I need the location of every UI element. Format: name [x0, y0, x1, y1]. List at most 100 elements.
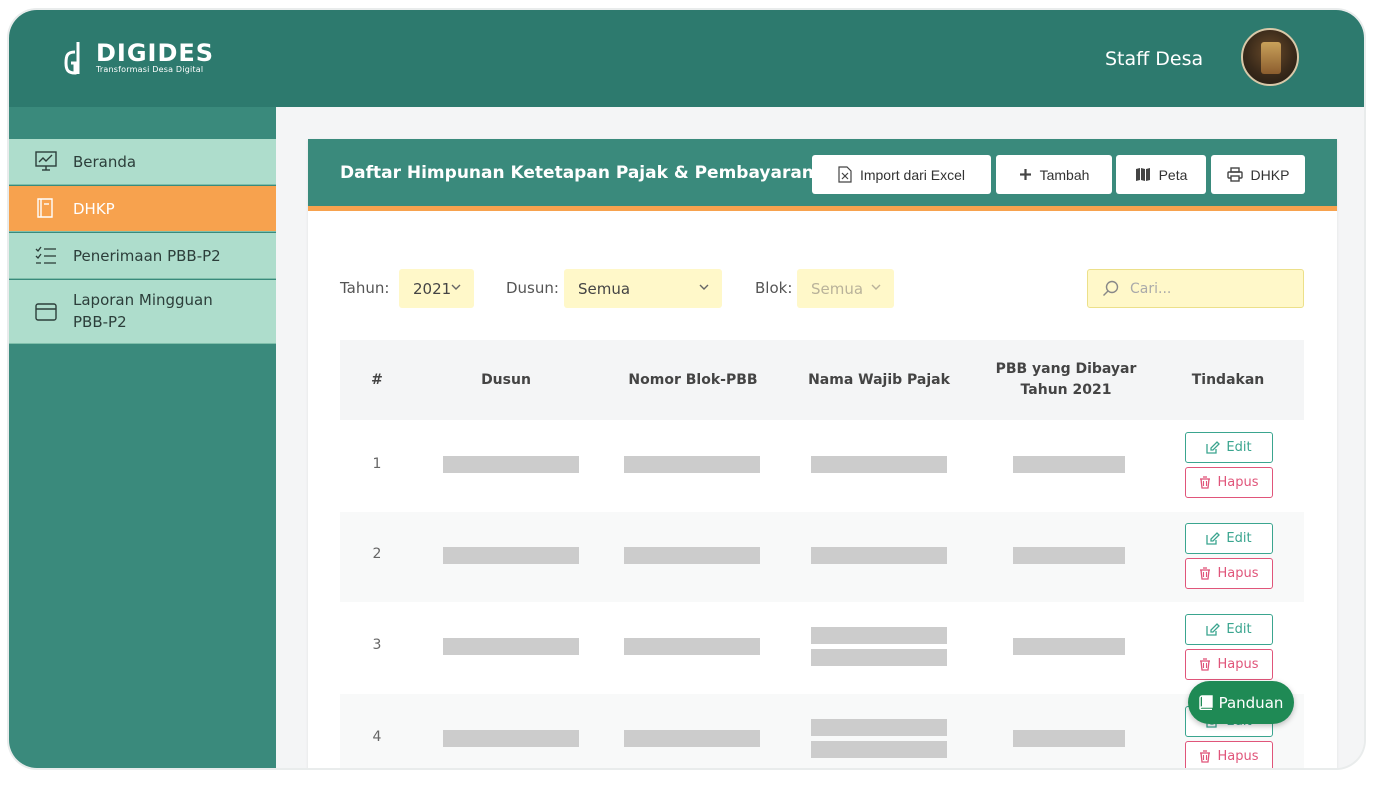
- sidebar-item-beranda[interactable]: Beranda: [9, 139, 276, 185]
- table-row: 4 Edit: [340, 694, 1304, 768]
- import-excel-button[interactable]: Import dari Excel: [812, 155, 991, 194]
- add-button[interactable]: Tambah: [996, 155, 1112, 194]
- search-placeholder: Cari...: [1130, 280, 1172, 297]
- blok-select[interactable]: Semua: [797, 269, 894, 308]
- sidebar-item-penerimaan[interactable]: Penerimaan PBB-P2: [9, 233, 276, 279]
- redacted-pbb: [1013, 638, 1125, 655]
- search-icon: [1103, 280, 1119, 296]
- inbox-icon: [35, 303, 57, 321]
- user-avatar[interactable]: [1241, 28, 1299, 86]
- card-header: Daftar Himpunan Ketetapan Pajak & Pembay…: [308, 139, 1337, 211]
- delete-label: Hapus: [1217, 475, 1259, 490]
- edit-icon: [1206, 441, 1221, 454]
- map-label: Peta: [1158, 166, 1188, 183]
- digides-logo-icon: [64, 40, 88, 76]
- main-content: Daftar Himpunan Ketetapan Pajak & Pembay…: [276, 107, 1364, 768]
- redacted-dusun: [443, 547, 579, 564]
- redacted-pbb: [1013, 730, 1125, 747]
- delete-label: Hapus: [1217, 566, 1259, 581]
- edit-icon: [1206, 623, 1221, 636]
- col-pbb-dibayar-line1: PBB yang Dibayar: [995, 361, 1137, 377]
- blok-label: Blok:: [755, 279, 793, 297]
- panduan-help-button[interactable]: Panduan: [1188, 681, 1294, 724]
- redacted-nomor-blok: [624, 730, 760, 747]
- dusun-label: Dusun:: [506, 279, 559, 297]
- delete-button[interactable]: Hapus: [1185, 741, 1273, 768]
- redacted-nama-line2: [811, 649, 947, 666]
- col-tindakan: Tindakan: [1191, 371, 1265, 388]
- chart-icon: [35, 151, 57, 171]
- row-number: 2: [372, 546, 382, 562]
- printer-icon: [1226, 167, 1243, 182]
- trash-icon: [1200, 750, 1211, 763]
- edit-label: Edit: [1226, 440, 1252, 455]
- redacted-dusun: [443, 456, 579, 473]
- edit-button[interactable]: Edit: [1185, 432, 1273, 463]
- table-row: 1 Edit Hapus: [340, 420, 1304, 510]
- logo[interactable]: DIGIDES Transformasi Desa Digital: [64, 40, 214, 76]
- year-select[interactable]: 2021: [399, 269, 474, 308]
- col-number: #: [371, 371, 383, 388]
- sidebar-item-label: Laporan Mingguan: [73, 291, 213, 309]
- page-title: Daftar Himpunan Ketetapan Pajak & Pembay…: [340, 163, 814, 183]
- dhkp-card: Daftar Himpunan Ketetapan Pajak & Pembay…: [308, 139, 1337, 768]
- dusun-select[interactable]: Semua: [564, 269, 722, 308]
- redacted-pbb: [1013, 456, 1125, 473]
- redacted-dusun: [443, 638, 579, 655]
- file-excel-icon: [838, 166, 852, 183]
- print-dhkp-button[interactable]: DHKP: [1211, 155, 1305, 194]
- redacted-nama-line2: [811, 741, 947, 758]
- row-number: 4: [372, 729, 382, 745]
- app-tagline: Transformasi Desa Digital: [96, 65, 204, 74]
- plus-icon: [1019, 169, 1031, 180]
- row-number: 1: [372, 456, 382, 472]
- chevron-down-icon: [451, 284, 461, 290]
- sidebar-item-label-2: PBB-P2: [73, 313, 127, 331]
- col-nomor-blok: Nomor Blok-PBB: [628, 371, 758, 388]
- edit-label: Edit: [1226, 622, 1252, 637]
- app-window: DIGIDES Transformasi Desa Digital Staff …: [9, 10, 1364, 768]
- print-dhkp-label: DHKP: [1250, 166, 1290, 183]
- delete-button[interactable]: Hapus: [1185, 649, 1273, 680]
- sidebar-item-dhkp[interactable]: DHKP: [9, 186, 276, 232]
- panduan-label: Panduan: [1218, 693, 1284, 712]
- map-icon: [1135, 168, 1150, 181]
- year-label: Tahun:: [340, 279, 390, 297]
- chevron-down-icon: [871, 284, 881, 290]
- sidebar-item-laporan[interactable]: Laporan Mingguan PBB-P2: [9, 280, 276, 344]
- trash-icon: [1200, 476, 1211, 489]
- trash-icon: [1200, 567, 1211, 580]
- add-label: Tambah: [1039, 166, 1090, 183]
- sidebar: Beranda DHKP Penerimaan PBB-P2 Laporan M…: [9, 107, 276, 768]
- year-value: 2021: [413, 279, 452, 298]
- delete-label: Hapus: [1217, 657, 1259, 672]
- redacted-nama: [811, 547, 947, 564]
- blok-value: Semua: [811, 279, 864, 298]
- import-excel-label: Import dari Excel: [859, 166, 966, 183]
- redacted-nama: [811, 627, 947, 644]
- delete-label: Hapus: [1217, 749, 1259, 764]
- edit-button[interactable]: Edit: [1185, 523, 1273, 554]
- edit-button[interactable]: Edit: [1185, 614, 1273, 645]
- delete-button[interactable]: Hapus: [1185, 467, 1273, 498]
- sidebar-item-label: Beranda: [73, 153, 137, 171]
- search-input[interactable]: Cari...: [1087, 269, 1304, 308]
- redacted-nomor-blok: [624, 638, 760, 655]
- col-dusun: Dusun: [481, 371, 531, 388]
- col-nama-wajib-pajak: Nama Wajib Pajak: [808, 371, 950, 388]
- edit-label: Edit: [1226, 531, 1252, 546]
- book-icon: [1198, 695, 1213, 710]
- folder-icon: [37, 198, 53, 218]
- sidebar-item-label: Penerimaan PBB-P2: [73, 247, 221, 265]
- map-button[interactable]: Peta: [1116, 155, 1206, 194]
- top-bar: DIGIDES Transformasi Desa Digital Staff …: [9, 10, 1364, 107]
- redacted-nama: [811, 456, 947, 473]
- col-pbb-dibayar-line2: Tahun 2021: [1020, 382, 1112, 398]
- user-name[interactable]: Staff Desa: [1105, 48, 1203, 70]
- redacted-nama: [811, 719, 947, 736]
- delete-button[interactable]: Hapus: [1185, 558, 1273, 589]
- dusun-value: Semua: [578, 279, 631, 298]
- table-row: 3 Edit Hapus: [340, 602, 1304, 692]
- redacted-dusun: [443, 730, 579, 747]
- col-pbb-dibayar: PBB yang Dibayar Tahun 2021: [990, 340, 1142, 420]
